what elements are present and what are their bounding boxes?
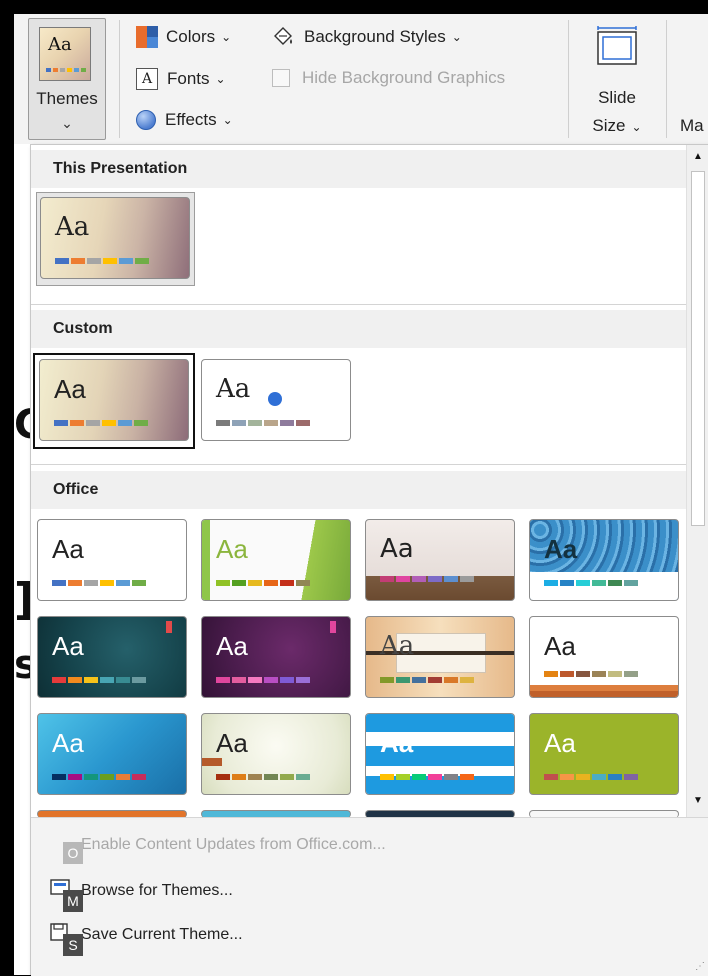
theme-tile-ion-pattern[interactable]: Aa xyxy=(529,519,679,601)
theme-tile-ion[interactable]: Aa xyxy=(37,616,187,698)
paint-bucket-icon xyxy=(274,27,292,45)
chevron-down-icon: ⌄ xyxy=(451,30,462,44)
theme-tile-custom-1[interactable]: Aa xyxy=(39,359,189,441)
themes-dropdown: This Presentation Aa Custom Aa Aa Office… xyxy=(30,144,708,976)
ribbon-divider xyxy=(119,20,120,138)
themes-footer-menu: O Enable Content Updates from Office.com… xyxy=(31,817,708,976)
colors-icon xyxy=(136,26,158,48)
scroll-up-arrow-icon[interactable]: ▲ xyxy=(690,149,706,165)
background-styles-button[interactable]: Background Styles ⌄ xyxy=(272,26,462,48)
colors-button[interactable]: Colors ⌄ xyxy=(136,26,231,48)
effects-icon xyxy=(136,110,156,130)
chevron-down-icon: ⌄ xyxy=(631,120,642,134)
scrollbar-thumb[interactable] xyxy=(691,171,705,526)
checkbox-icon xyxy=(272,69,290,87)
themes-thumbnail: Aa xyxy=(39,27,91,81)
theme-tile-organic[interactable]: Aa xyxy=(365,616,515,698)
chevron-down-icon: ⌄ xyxy=(215,72,226,86)
section-header-this-presentation: This Presentation xyxy=(31,150,686,188)
ribbon-divider xyxy=(666,20,667,138)
enable-content-updates-item[interactable]: O Enable Content Updates from Office.com… xyxy=(49,832,386,864)
theme-tile-wisp[interactable]: Aa xyxy=(201,713,351,795)
resize-grip-icon[interactable]: ⋰ xyxy=(695,961,705,972)
ribbon-divider xyxy=(568,20,569,138)
browse-for-themes-item[interactable]: M Browse for Themes... xyxy=(49,878,233,912)
office-icon: O xyxy=(49,832,83,864)
theme-tile-slice[interactable]: Aa xyxy=(37,713,187,795)
theme-tile-gallery[interactable]: Aa xyxy=(365,519,515,601)
info-icon xyxy=(268,392,282,406)
theme-tile-current[interactable]: Aa xyxy=(40,197,190,279)
theme-tile-savon[interactable]: Aa xyxy=(529,713,679,795)
fonts-button[interactable]: A Fonts ⌄ xyxy=(136,68,226,90)
themes-button[interactable]: Aa Themes ⌄ xyxy=(28,18,106,140)
scroll-down-arrow-icon[interactable]: ▼ xyxy=(690,793,706,809)
section-header-office: Office xyxy=(31,471,686,509)
save-current-theme-item[interactable]: S Save Current Theme... xyxy=(49,922,243,956)
ribbon-partial-label: Ma xyxy=(680,116,704,135)
theme-tile-ion-boardroom[interactable]: Aa xyxy=(201,616,351,698)
slide-size-button[interactable]: Slide Size ⌄ xyxy=(582,20,652,140)
gallery-scrollbar[interactable]: ▲ ▼ xyxy=(686,145,708,817)
chevron-down-icon: ⌄ xyxy=(221,30,232,44)
theme-tile-office-theme[interactable]: Aa xyxy=(37,519,187,601)
effects-button[interactable]: Effects ⌄ xyxy=(136,110,233,130)
theme-tile-custom-2[interactable]: Aa xyxy=(201,359,351,441)
hide-background-graphics-checkbox[interactable]: Hide Background Graphics xyxy=(272,68,505,88)
chevron-down-icon: ⌄ xyxy=(61,115,73,131)
themes-label: Themes xyxy=(36,89,98,108)
browse-themes-icon: M xyxy=(49,878,83,912)
slide-size-icon xyxy=(597,26,637,65)
theme-tile-retrospect[interactable]: Aa xyxy=(529,616,679,698)
fonts-icon: A xyxy=(136,68,158,90)
save-theme-icon: S xyxy=(49,922,83,956)
section-divider xyxy=(31,464,686,465)
theme-tile-banded[interactable]: Aa xyxy=(365,713,515,795)
chevron-down-icon: ⌄ xyxy=(222,113,233,127)
theme-tile-facet[interactable]: Aa xyxy=(201,519,351,601)
section-divider xyxy=(31,304,686,305)
slide-edge: C ] s xyxy=(14,144,43,975)
section-header-custom: Custom xyxy=(31,310,686,348)
